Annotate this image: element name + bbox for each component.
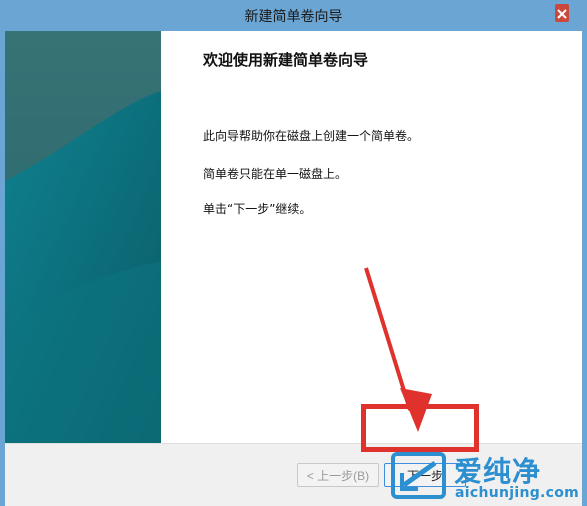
highlight-box <box>361 404 479 452</box>
watermark-text: 爱纯净 <box>454 455 542 488</box>
title-bar: 新建简单卷向导 <box>0 0 587 31</box>
wizard-window: 新建简单卷向导 欢迎使用新建简单卷向导 此向导帮助你在磁盘上创建一个简单卷。 简… <box>0 0 587 506</box>
continue-hint-text: 单击“下一步”继续。 <box>203 202 312 216</box>
watermark-url: aichunjing.com <box>455 485 580 501</box>
page-title: 欢迎使用新建简单卷向导 <box>203 51 369 69</box>
watermark-logo-icon <box>391 452 446 499</box>
back-button[interactable]: < 上一步(B) <box>297 463 379 487</box>
intro-text: 此向导帮助你在磁盘上创建一个简单卷。 <box>203 129 420 143</box>
window-title: 新建简单卷向导 <box>244 9 343 25</box>
wizard-banner <box>5 31 161 443</box>
close-icon <box>557 9 567 19</box>
banner-graphic <box>5 31 161 443</box>
wizard-body: 欢迎使用新建简单卷向导 此向导帮助你在磁盘上创建一个简单卷。 简单卷只能在单一磁… <box>5 31 582 506</box>
watermark: 爱纯净 aichunjing.com <box>386 447 583 506</box>
wizard-content: 欢迎使用新建简单卷向导 此向导帮助你在磁盘上创建一个简单卷。 简单卷只能在单一磁… <box>161 31 582 443</box>
disk-note-text: 简单卷只能在单一磁盘上。 <box>203 167 348 181</box>
close-button[interactable] <box>555 4 569 22</box>
